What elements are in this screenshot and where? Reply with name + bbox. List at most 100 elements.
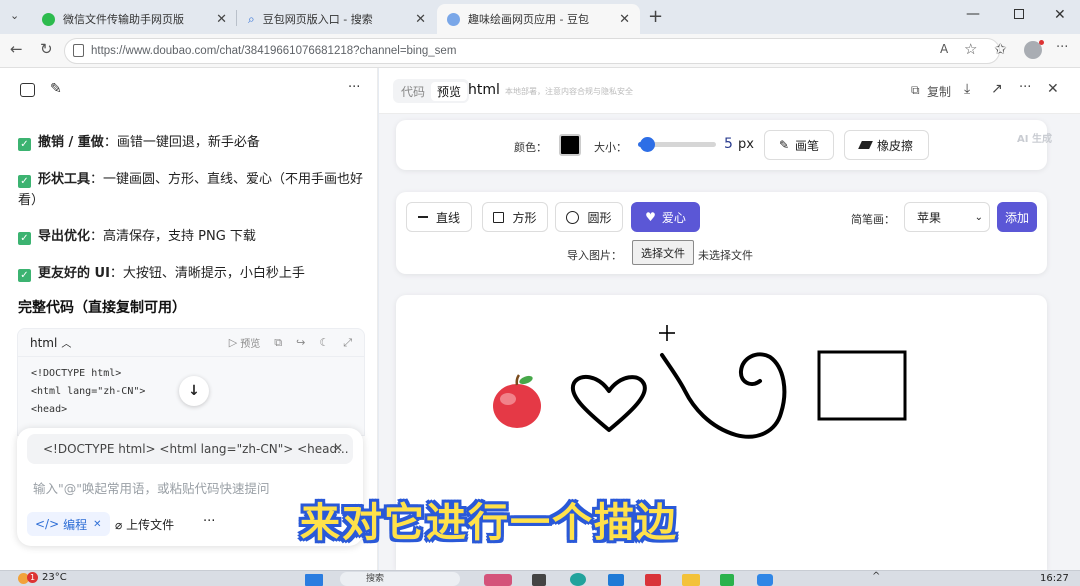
new-tab-icon[interactable]: +: [648, 6, 663, 27]
color-picker[interactable]: [559, 134, 581, 156]
remove-tag-icon[interactable]: ✕: [93, 519, 101, 530]
close-tab-icon[interactable]: ✕: [415, 12, 426, 27]
square-tool-button[interactable]: 方形: [482, 202, 548, 232]
minimize-icon[interactable]: —: [966, 6, 980, 22]
scroll-down-button[interactable]: ↓: [179, 376, 209, 406]
check-icon: ✓: [18, 269, 31, 282]
download-icon[interactable]: ⤓: [964, 81, 970, 97]
doubao-icon: [447, 12, 460, 26]
stick-figure-select[interactable]: 苹果 ⌄: [904, 202, 990, 232]
new-chat-icon[interactable]: ✎: [50, 81, 62, 97]
feature-item: ✓ 导出优化：高清保存，支持 PNG 下载: [18, 226, 368, 247]
tab-title: 豆包网页版入口 - 搜索: [262, 13, 373, 26]
read-aloud-icon[interactable]: A: [940, 42, 948, 56]
feature-item: ✓ 更友好的 UI：大按钮、清晰提示，小白秒上手: [18, 263, 368, 284]
favorites-icon[interactable]: ✩: [994, 40, 1007, 58]
brush-button[interactable]: ✎ 画笔: [764, 130, 834, 160]
share-icon[interactable]: ↪: [296, 336, 305, 349]
app-icon[interactable]: [645, 574, 661, 586]
attached-code-snippet[interactable]: <!DOCTYPE html> <html lang="zh-CN"> <hea…: [27, 434, 353, 464]
upload-file-button[interactable]: ⌀ 上传文件: [115, 516, 174, 533]
crosshair-cursor-icon: [659, 325, 675, 341]
size-slider[interactable]: [638, 137, 716, 152]
size-value: 5: [724, 136, 733, 152]
add-button[interactable]: 添加: [997, 202, 1037, 232]
tab-doubao[interactable]: 趣味绘画网页应用 - 豆包 ✕: [437, 4, 640, 34]
heart-shape: [570, 374, 647, 432]
copy-button[interactable]: 复制: [927, 83, 951, 100]
tab-search[interactable]: ⌕ 豆包网页版入口 - 搜索 ✕: [238, 4, 436, 34]
circle-tool-button[interactable]: 圆形: [555, 202, 623, 232]
sidebar-toggle-icon[interactable]: [20, 83, 35, 97]
app-icon[interactable]: [484, 574, 512, 586]
color-label: 颜色：: [514, 141, 547, 154]
edge-icon[interactable]: [570, 573, 586, 586]
site-info-icon[interactable]: [73, 44, 84, 57]
coding-mode-tag[interactable]: </> 编程 ✕: [27, 512, 110, 536]
chat-more-icon[interactable]: ···: [348, 80, 360, 95]
stick-figure-label: 简笔画：: [851, 213, 895, 226]
refresh-icon[interactable]: ↻: [40, 40, 53, 58]
eraser-button[interactable]: 橡皮擦: [844, 130, 929, 160]
expand-icon[interactable]: ⤢: [343, 336, 352, 350]
tab-wechat[interactable]: 微信文件传输助手网页版 ✕: [32, 4, 237, 34]
heart-tool-button[interactable]: ♥ 爱心: [631, 202, 700, 232]
browser-menu-icon[interactable]: ···: [1056, 40, 1068, 55]
tab-code[interactable]: 代码: [395, 83, 431, 100]
tab-preview[interactable]: 预览: [431, 81, 468, 101]
search-icon: ⌕: [248, 11, 255, 26]
choose-file-button[interactable]: 选择文件: [632, 240, 694, 265]
copy-icon[interactable]: ⧉: [911, 83, 920, 98]
code-lang-label: html: [30, 335, 58, 350]
line-tool-button[interactable]: 直线: [406, 202, 472, 232]
preview-subtitle: 本地部署，注意内容合规与隐私安全: [505, 87, 633, 96]
notification-dot-icon: [1039, 40, 1044, 45]
url-text: https://www.doubao.com/chat/384196610766…: [91, 45, 457, 57]
tab-list-chevron-icon[interactable]: ⌄: [10, 9, 19, 22]
back-icon[interactable]: ←: [10, 40, 23, 58]
app-icon[interactable]: [757, 574, 773, 586]
code-preview-button[interactable]: 预览: [240, 335, 260, 350]
drawing-toolbar: 颜色： 大小： 5 px ✎ 画笔 橡皮擦: [396, 120, 1047, 170]
restore-icon[interactable]: [1014, 9, 1024, 19]
apple-drawing: [493, 374, 541, 428]
size-slider-thumb[interactable]: [640, 137, 656, 152]
more-icon[interactable]: ···: [1019, 80, 1031, 95]
close-window-icon[interactable]: ✕: [1054, 7, 1066, 23]
folder-icon[interactable]: [682, 574, 700, 586]
app-icon[interactable]: [608, 574, 624, 586]
no-file-text: 未选择文件: [698, 249, 753, 262]
remove-snippet-icon[interactable]: ✕: [333, 441, 343, 455]
weather-badge: 1: [27, 572, 38, 583]
start-icon[interactable]: [305, 574, 323, 586]
theme-icon[interactable]: ☾: [319, 336, 329, 349]
collapse-chevron-icon[interactable]: ︿: [61, 335, 71, 350]
close-tab-icon[interactable]: ✕: [216, 12, 227, 27]
video-caption: 来对它进行一个描边: [300, 500, 678, 546]
share-icon[interactable]: ↗: [991, 81, 1003, 97]
app-icon[interactable]: [532, 574, 546, 586]
size-unit: px: [738, 137, 754, 152]
tray-up-icon[interactable]: ^: [872, 571, 880, 582]
preview-play-icon[interactable]: ▷: [229, 336, 237, 349]
clock[interactable]: 16:27: [1040, 573, 1069, 584]
favorite-star-icon[interactable]: ☆: [964, 40, 977, 58]
app-icon[interactable]: [720, 574, 734, 586]
input-more-icon[interactable]: ···: [203, 514, 215, 529]
copy-icon[interactable]: ⧉: [274, 336, 282, 350]
close-panel-icon[interactable]: ✕: [1047, 81, 1059, 97]
address-input[interactable]: https://www.doubao.com/chat/384196610766…: [64, 38, 1000, 64]
message-input[interactable]: 输入"@"唤起常用语，或粘贴代码快速提问: [33, 478, 270, 497]
paperclip-icon: ⌀: [115, 518, 123, 532]
preview-header: 代码 预览 html 本地部署，注意内容合规与隐私安全 ⧉ 复制 ⤓ ↗ ···…: [379, 68, 1080, 114]
taskbar-search[interactable]: 搜索: [340, 572, 460, 586]
freehand-stroke: [660, 352, 787, 439]
tab-title: 趣味绘画网页应用 - 豆包: [468, 13, 589, 26]
windows-taskbar: 1 23°C 搜索 ^ 16:27: [0, 570, 1080, 586]
code-block-header: html ︿ ▷ 预览 ⧉ ↪ ☾ ⤢: [18, 329, 364, 357]
circle-icon: [566, 210, 580, 224]
weather-temp[interactable]: 23°C: [42, 572, 67, 583]
close-tab-icon[interactable]: ✕: [619, 12, 630, 27]
check-icon: ✓: [18, 175, 31, 188]
wechat-icon: [42, 12, 55, 26]
